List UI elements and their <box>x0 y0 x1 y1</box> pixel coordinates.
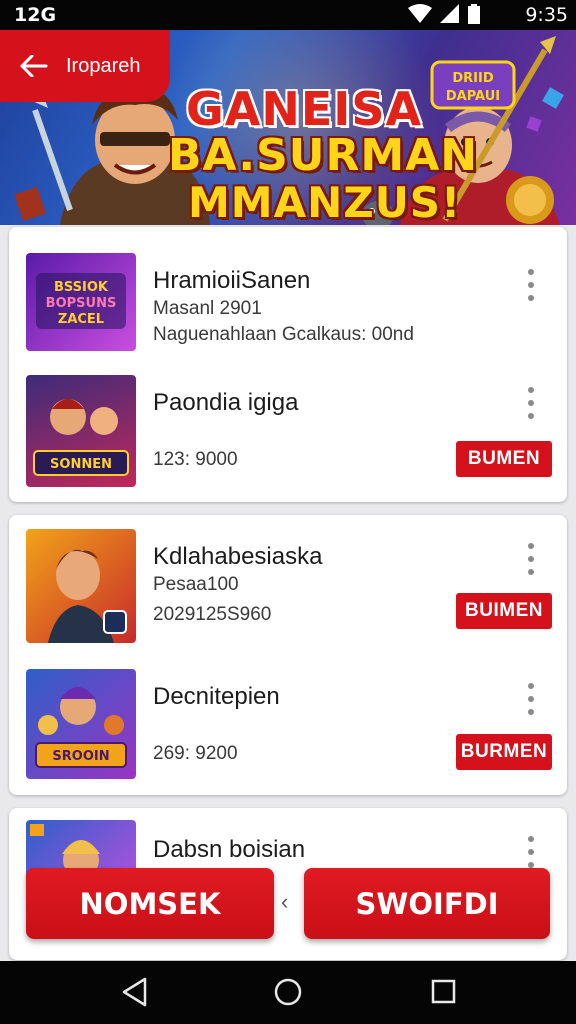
svg-text:BOPSUNS: BOPSUNS <box>46 296 117 311</box>
game-thumbnail[interactable]: SONNEN <box>26 375 136 487</box>
thumbnail-art: SROOIN <box>35 687 127 768</box>
item-title: Dabsn boisian <box>153 836 306 863</box>
status-icons <box>408 4 480 24</box>
item-detail: Naguenahlaan Gcalkaus: 00nd <box>153 324 414 345</box>
item-detail: 123: 9000 <box>153 449 238 470</box>
game-card: Kdlahabesiaska Pesaa100 2029125S960 BUIM… <box>9 515 567 795</box>
thumbnail-art: BSSIOK BOPSUNS ZACEL <box>36 273 126 329</box>
item-title: Decnitepien <box>153 683 280 710</box>
item-title: Kdlahabesiaska <box>153 543 323 570</box>
svg-text:DRIID: DRIID <box>452 71 493 86</box>
more-vert-icon[interactable] <box>525 269 537 301</box>
wifi-icon <box>408 4 432 23</box>
hero-title-line1: GANEISA <box>186 82 423 136</box>
thumbnail-art: SONNEN <box>33 399 129 476</box>
swoifdi-button[interactable]: SWOIFDI <box>304 868 550 939</box>
item-detail: 269: 9200 <box>153 743 238 764</box>
hero-title-line2: BA.SURMAN <box>168 130 479 181</box>
svg-text:SONNEN: SONNEN <box>50 457 112 472</box>
svg-text:BSSIOK: BSSIOK <box>54 280 109 295</box>
item-title: Paondia igiga <box>153 389 299 416</box>
status-bar: 12G 9:35 <box>0 0 576 30</box>
nomsek-button[interactable]: NOMSEK <box>26 868 274 939</box>
item-subtitle: Masanl 2901 <box>153 298 262 319</box>
list-item[interactable]: SROOIN Decnitepien 269: 9200 BURMEN <box>9 655 567 795</box>
nav-recents-icon[interactable] <box>431 977 457 1007</box>
status-time-right: 9:35 <box>525 4 568 26</box>
hero-game-logo: DRIID DAPAUI <box>430 60 516 110</box>
item-action-button[interactable]: BUMEN <box>456 441 552 477</box>
nav-home-icon[interactable] <box>273 977 303 1007</box>
svg-text:ZACEL: ZACEL <box>58 312 104 327</box>
svg-text:SROOIN: SROOIN <box>52 749 109 764</box>
system-nav-bar <box>0 961 576 1024</box>
back-label: Iropareh <box>66 54 141 77</box>
item-action-button[interactable]: BURMEN <box>456 734 552 770</box>
thumbnail-art <box>48 549 127 643</box>
hero-title-line3: MMANZUS! <box>188 178 462 225</box>
more-vert-icon[interactable] <box>525 683 537 715</box>
game-card: BSSIOK BOPSUNS ZACEL HramioiiSanen Masan… <box>9 227 567 502</box>
item-subtitle: Pesaa100 <box>153 574 239 595</box>
game-thumbnail[interactable] <box>26 529 136 643</box>
more-vert-icon[interactable] <box>525 836 537 868</box>
list-item[interactable]: SONNEN Paondia igiga 123: 9000 BUMEN <box>9 357 567 502</box>
status-time-left: 12G <box>14 4 57 26</box>
game-thumbnail[interactable]: BSSIOK BOPSUNS ZACEL <box>26 253 136 351</box>
item-title: HramioiiSanen <box>153 267 311 294</box>
more-vert-icon[interactable] <box>525 387 537 419</box>
svg-text:DAPAUI: DAPAUI <box>446 89 500 104</box>
game-thumbnail[interactable]: SROOIN <box>26 669 136 779</box>
back-button[interactable]: Iropareh <box>0 30 170 102</box>
nav-back-icon[interactable] <box>121 977 147 1007</box>
item-action-button[interactable]: BUIMEN <box>456 593 552 629</box>
item-detail: 2029125S960 <box>153 604 272 625</box>
more-vert-icon[interactable] <box>525 543 537 575</box>
chevron-left-icon: ‹ <box>281 889 289 914</box>
list-item[interactable]: Kdlahabesiaska Pesaa100 2029125S960 BUIM… <box>9 515 567 655</box>
battery-icon <box>468 4 480 24</box>
signal-icon <box>440 4 459 23</box>
list-item[interactable]: BSSIOK BOPSUNS ZACEL HramioiiSanen Masan… <box>9 227 567 357</box>
back-arrow-icon <box>20 55 48 77</box>
